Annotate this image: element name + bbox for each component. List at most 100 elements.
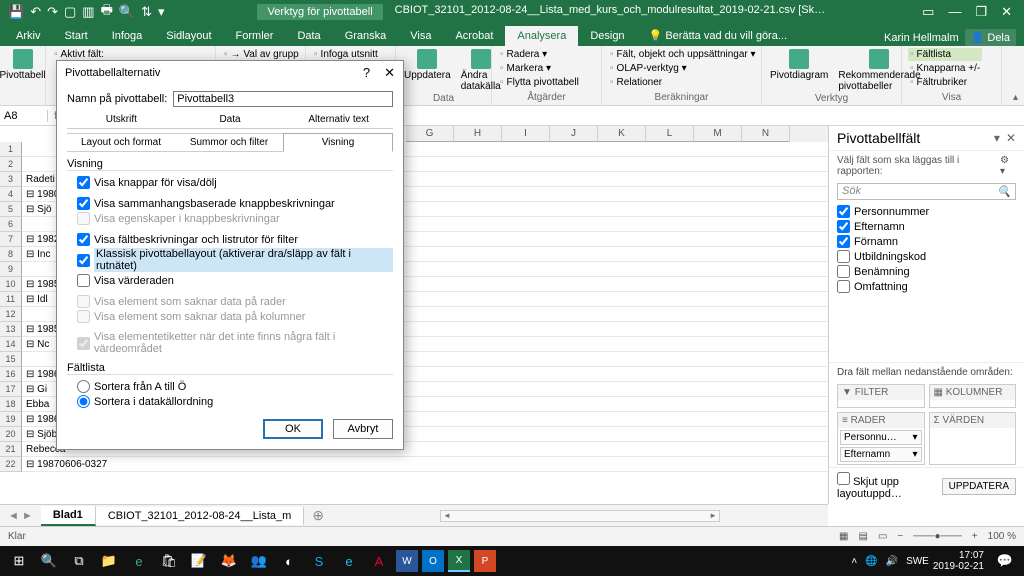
tab-data[interactable]: Data <box>285 26 332 46</box>
cell-content[interactable]: Radeti <box>26 172 55 187</box>
zoom-out-icon[interactable]: − <box>897 531 903 542</box>
field-item[interactable]: Omfattning <box>837 279 1016 294</box>
headers-toggle[interactable]: Fältrubriker <box>908 76 982 89</box>
update-button[interactable]: UPPDATERA <box>942 478 1016 495</box>
row-header[interactable]: 20 <box>0 427 22 442</box>
dialog-help-icon[interactable]: ? <box>363 65 370 81</box>
start-button[interactable]: ⊞ <box>6 548 32 574</box>
row-header[interactable]: 22 <box>0 457 22 472</box>
name-box[interactable]: A8 <box>0 110 48 122</box>
zoom-in-icon[interactable]: + <box>972 531 978 542</box>
dlg-tab-data[interactable]: Data <box>176 111 285 129</box>
row-header[interactable]: 8 <box>0 247 22 262</box>
ie-icon[interactable]: e <box>336 548 362 574</box>
field-item[interactable]: Benämning <box>837 264 1016 279</box>
row-header[interactable]: 4 <box>0 187 22 202</box>
chk-show-buttons[interactable] <box>77 176 90 189</box>
word-icon[interactable]: W <box>396 550 418 572</box>
field-list-close-icon[interactable]: ✕ <box>1006 131 1016 145</box>
cell-content[interactable]: ⊟ 1985 <box>26 322 59 337</box>
tab-infoga[interactable]: Infoga <box>100 26 155 46</box>
tab-arkiv[interactable]: Arkiv <box>4 26 52 46</box>
field-item[interactable]: Utbildningskod <box>837 249 1016 264</box>
maximize-icon[interactable]: ❐ <box>975 4 987 20</box>
dlg-tab-summor[interactable]: Summor och filter <box>175 133 283 152</box>
chk-value-row[interactable] <box>77 274 90 287</box>
col-header[interactable]: L <box>646 126 694 142</box>
cell-content[interactable]: Ebba <box>26 397 49 412</box>
cancel-button[interactable]: Avbryt <box>333 419 393 439</box>
redo-icon[interactable]: ↷ <box>47 4 58 20</box>
search-taskbar-icon[interactable]: 🔍 <box>36 548 62 574</box>
excel-icon[interactable]: X <box>448 550 470 572</box>
field-list-gear-icon[interactable]: ⚙ ▾ <box>1000 155 1016 177</box>
col-header[interactable]: K <box>598 126 646 142</box>
cell-content[interactable]: ⊟ Inc <box>26 247 51 262</box>
tab-granska[interactable]: Granska <box>333 26 399 46</box>
view-break-icon[interactable]: ▭ <box>878 531 887 542</box>
tab-acrobat[interactable]: Acrobat <box>443 26 505 46</box>
field-item[interactable]: Efternamn <box>837 219 1016 234</box>
buttons-toggle[interactable]: Knapparna +/- <box>908 62 982 75</box>
sort-icon[interactable]: ⇅ <box>141 4 152 20</box>
col-header[interactable]: I <box>502 126 550 142</box>
taskview-icon[interactable]: ⧉ <box>66 548 92 574</box>
view-normal-icon[interactable]: ▦ <box>839 531 848 542</box>
system-tray[interactable]: ˄ 🌐 🔊 SWE <box>851 556 929 567</box>
dlg-tab-utskrift[interactable]: Utskrift <box>67 111 176 129</box>
fields-items-sets-button[interactable]: Fält, objekt och uppsättningar ▾ <box>608 48 758 61</box>
notes-icon[interactable]: 📝 <box>186 548 212 574</box>
olap-tools-button[interactable]: OLAP-verktyg ▾ <box>608 62 758 75</box>
cell-content[interactable]: ⊟ 1986 <box>26 367 59 382</box>
tab-analysera[interactable]: Analysera <box>505 26 578 46</box>
row-header[interactable]: 2 <box>0 157 22 172</box>
columns-area[interactable]: ▦ KOLUMNER <box>929 384 1017 408</box>
zoom-level[interactable]: 100 % <box>988 531 1016 542</box>
dlg-tab-alttext[interactable]: Alternativ text <box>284 111 393 129</box>
taskbar-clock[interactable]: 17:07 2019-02-21 <box>933 550 988 572</box>
row-header[interactable]: 18 <box>0 397 22 412</box>
col-header[interactable]: G <box>406 126 454 142</box>
pivot-name-input[interactable] <box>173 91 393 107</box>
edge-icon[interactable]: e <box>126 548 152 574</box>
preview-icon[interactable]: 🔍 <box>119 4 135 20</box>
tab-sidlayout[interactable]: Sidlayout <box>154 26 223 46</box>
row-header[interactable]: 1 <box>0 142 22 157</box>
row-header[interactable]: 9 <box>0 262 22 277</box>
row-header[interactable]: 14 <box>0 337 22 352</box>
notifications-icon[interactable]: 💬 <box>992 548 1018 574</box>
cell-content[interactable]: ⊟ Gi <box>26 382 47 397</box>
horizontal-scrollbar[interactable] <box>440 510 720 522</box>
pivotchart-button[interactable]: Pivotdiagram <box>768 48 830 82</box>
dialog-close-icon[interactable]: ✕ <box>384 65 395 81</box>
chk-context-tooltips[interactable] <box>77 197 90 210</box>
user-name[interactable]: Karin Hellmalm <box>884 32 959 44</box>
row-header[interactable]: 21 <box>0 442 22 457</box>
more-icon[interactable]: ▾ <box>158 4 165 20</box>
close-icon[interactable]: ✕ <box>1001 4 1012 20</box>
share-button[interactable]: 👤 Dela <box>965 29 1016 46</box>
cell-content[interactable]: ⊟ 1985 <box>26 277 59 292</box>
print-icon[interactable]: 🖶 <box>101 1 113 23</box>
explorer-icon[interactable]: 📁 <box>96 548 122 574</box>
chk-field-captions[interactable] <box>77 233 90 246</box>
teams-icon[interactable]: 👥 <box>246 548 272 574</box>
dlg-tab-visning[interactable]: Visning <box>283 133 393 152</box>
refresh-button[interactable]: Uppdatera <box>402 48 453 82</box>
outlook-icon[interactable]: O <box>422 550 444 572</box>
ribbon-options-icon[interactable]: ▭ <box>922 4 934 20</box>
rows-area[interactable]: ≡ RADER Personnu…▾ Efternamn▾ <box>837 412 925 465</box>
col-header[interactable]: J <box>550 126 598 142</box>
new-icon[interactable]: ▢ <box>64 4 76 20</box>
row-header[interactable]: 10 <box>0 277 22 292</box>
dlg-tab-layout[interactable]: Layout och format <box>67 133 175 152</box>
firefox-icon[interactable]: 🦊 <box>216 548 242 574</box>
cell-content[interactable]: ⊟ 1980 <box>26 187 59 202</box>
view-page-icon[interactable]: ▤ <box>858 531 867 542</box>
ok-button[interactable]: OK <box>263 419 323 439</box>
skype-icon[interactable]: S <box>306 548 332 574</box>
row-header[interactable]: 7 <box>0 232 22 247</box>
select-button[interactable]: Markera ▾ <box>498 62 581 75</box>
row-header[interactable]: 17 <box>0 382 22 397</box>
sheet-nav-icon[interactable]: ◄ ► <box>0 510 41 522</box>
